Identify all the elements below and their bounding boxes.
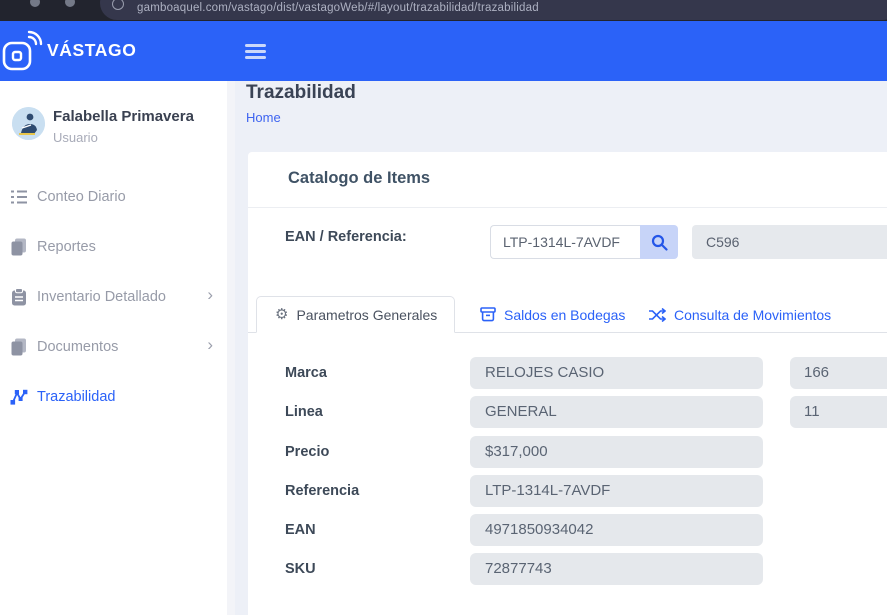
user-role: Usuario <box>53 130 98 145</box>
shuffle-icon <box>648 308 666 322</box>
search-icon <box>651 234 668 251</box>
sidebar-scroll-gutter[interactable] <box>227 81 235 615</box>
tab-label: Saldos en Bodegas <box>504 307 625 323</box>
tab-label: Consulta de Movimientos <box>674 307 831 323</box>
tab-consulta-de-movimientos[interactable]: Consulta de Movimientos <box>648 296 831 333</box>
chevron-right-icon: › <box>207 286 213 303</box>
documents-icon <box>9 338 28 357</box>
app-window: gamboaquel.com/vastago/dist/vastagoWeb/#… <box>0 0 887 615</box>
field-label-sku: SKU <box>285 561 316 577</box>
field-label-linea: Linea <box>285 404 323 420</box>
sidebar-item-inventario-detallado[interactable]: Inventario Detallado › <box>0 282 227 312</box>
field-value-sku: 72877743 <box>470 553 763 585</box>
tab-saldos-en-bodegas[interactable]: Saldos en Bodegas <box>480 296 625 333</box>
sidebar-item-documentos[interactable]: Documentos › <box>0 332 227 362</box>
field-label-marca: Marca <box>285 365 327 381</box>
field-code-marca: 166 <box>790 357 887 389</box>
rfid-tag-icon[interactable] <box>2 30 46 77</box>
browser-button-icon[interactable] <box>65 0 75 7</box>
ean-referencia-label: EAN / Referencia: <box>285 229 407 245</box>
field-label-ean: EAN <box>285 522 316 538</box>
sidebar-item-reportes[interactable]: Reportes <box>0 232 227 262</box>
card-divider <box>248 207 887 208</box>
search-button[interactable] <box>640 225 678 259</box>
clipboard-icon <box>9 288 28 307</box>
trace-graph-icon <box>9 388 28 407</box>
field-code-linea: 11 <box>790 396 887 428</box>
app-header: VÁSTAGO <box>0 21 887 81</box>
ean-referencia-input[interactable] <box>490 225 641 259</box>
brand-title[interactable]: VÁSTAGO <box>47 40 136 61</box>
address-url[interactable]: gamboaquel.com/vastago/dist/vastagoWeb/#… <box>137 2 539 14</box>
gear-icon: ⚙ <box>275 307 288 322</box>
page-title: Trazabilidad <box>246 82 356 104</box>
sidebar-item-label: Reportes <box>37 239 96 255</box>
sidebar-item-label: Conteo Diario <box>37 189 126 205</box>
field-value-precio: $317,000 <box>470 436 763 468</box>
browser-toolbar: gamboaquel.com/vastago/dist/vastagoWeb/#… <box>0 0 887 21</box>
card-title: Catalogo de Items <box>288 169 430 188</box>
sidebar-item-trazabilidad[interactable]: Trazabilidad <box>0 382 227 412</box>
numbered-list-icon <box>9 188 28 207</box>
tab-parametros-generales[interactable]: ⚙ Parametros Generales <box>256 296 455 333</box>
user-name: Falabella Primavera <box>53 108 194 125</box>
chevron-right-icon: › <box>207 336 213 353</box>
item-code-field: C596 <box>692 225 887 259</box>
breadcrumb-home-link[interactable]: Home <box>246 110 281 125</box>
field-value-ean: 4971850934042 <box>470 514 763 546</box>
avatar <box>12 107 45 140</box>
field-label-referencia: Referencia <box>285 483 359 499</box>
field-value-referencia: LTP-1314L-7AVDF <box>470 475 763 507</box>
field-label-precio: Precio <box>285 444 329 460</box>
tab-label: Parametros Generales <box>296 307 437 323</box>
sidebar-item-conteo-diario[interactable]: Conteo Diario <box>0 182 227 212</box>
sidebar-item-label: Documentos <box>37 339 118 355</box>
archive-icon <box>480 307 496 322</box>
field-value-marca: RELOJES CASIO <box>470 357 763 389</box>
sidebar-item-label: Inventario Detallado <box>37 289 166 305</box>
sidebar-item-label: Trazabilidad <box>37 389 115 405</box>
hamburger-icon[interactable] <box>245 44 266 59</box>
field-value-linea: GENERAL <box>470 396 763 428</box>
browser-button-icon[interactable] <box>30 0 40 7</box>
sidebar: Falabella Primavera Usuario Conteo Diari… <box>0 81 227 615</box>
report-file-icon <box>9 238 28 257</box>
